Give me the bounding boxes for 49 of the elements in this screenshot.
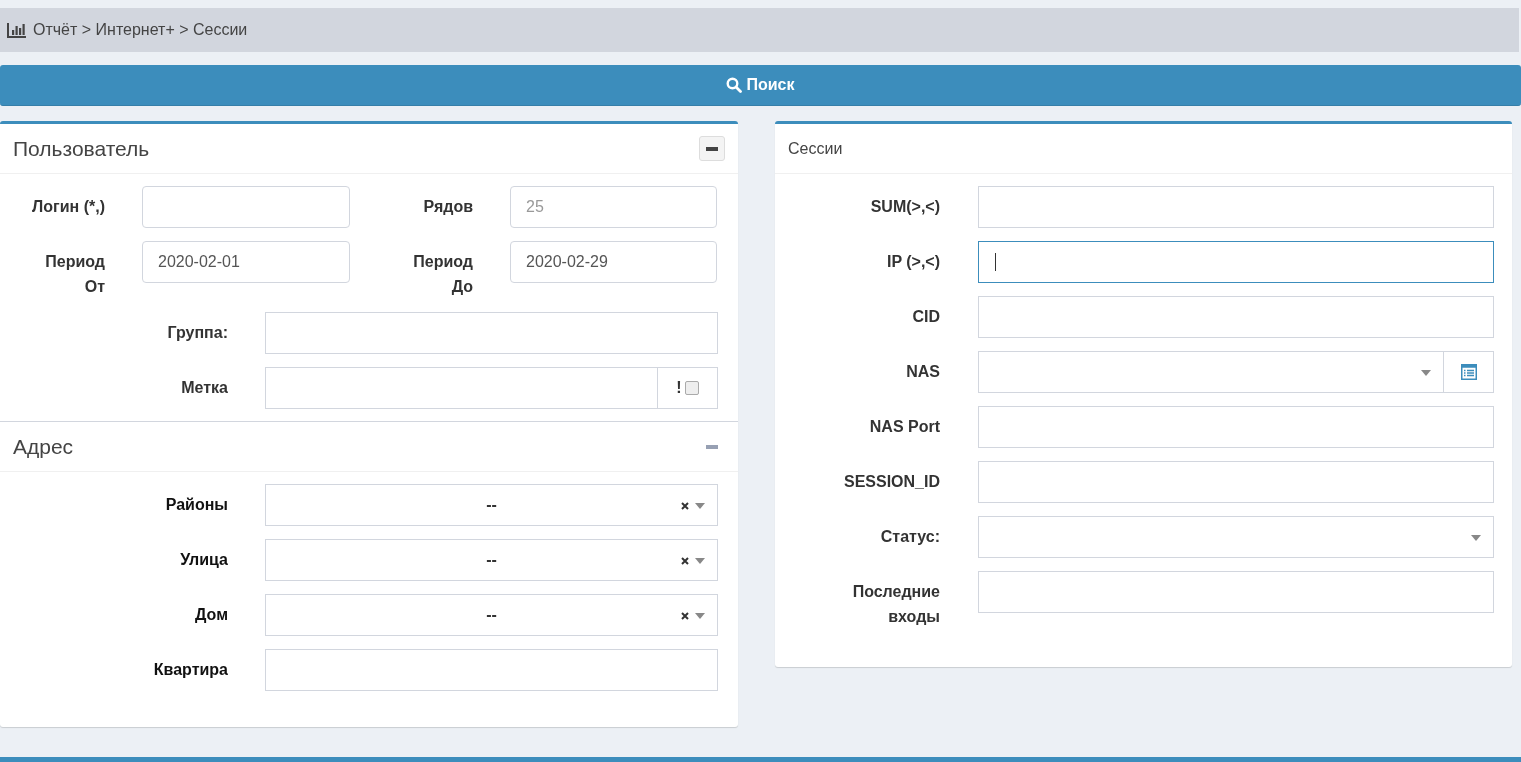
field-label: Метка (180, 379, 228, 397)
text-cursor (995, 253, 996, 271)
panel-title: Адрес (13, 434, 74, 459)
caret-down-icon (695, 613, 705, 619)
list-button[interactable] (1444, 351, 1494, 393)
field-label: Улица (179, 551, 228, 569)
minus-icon (706, 444, 718, 449)
minus-icon (706, 146, 718, 151)
caret-down-icon (695, 503, 705, 509)
select-field[interactable] (978, 516, 1494, 558)
field-label: NAS (905, 362, 940, 382)
field-label: Период До (412, 252, 473, 297)
select-field[interactable]: -- (265, 539, 718, 581)
search-icon (726, 77, 743, 93)
input-field[interactable] (978, 241, 1494, 283)
search-button[interactable]: Поиск (0, 65, 1521, 106)
field-label: Логин (*,) (31, 197, 105, 217)
field-label: Период От (44, 252, 105, 297)
field-label: Рядов (422, 197, 473, 217)
clear-icon (681, 612, 689, 620)
exclamation-label: ! (676, 379, 682, 397)
field-label: Квартира (152, 661, 228, 679)
clear-icon (681, 557, 689, 565)
flag-checkbox[interactable] (684, 381, 699, 395)
select-field[interactable]: -- (265, 484, 718, 526)
field-label: NAS Port (868, 417, 940, 437)
input-field[interactable]: 2020-02-01 (142, 241, 350, 283)
breadcrumb-text: Отчёт > Интернет+ > Сессии (33, 21, 248, 39)
field-label: IP (>,<) (885, 252, 940, 272)
panel-title: Сессии (788, 139, 843, 158)
field-label: SESSION_ID (842, 472, 940, 492)
list-icon (1460, 364, 1477, 380)
select-field[interactable]: -- (265, 594, 718, 636)
caret-down-icon (695, 558, 705, 564)
field-label: SUM(>,<) (869, 197, 940, 217)
field-label: Дом (194, 606, 228, 624)
select-field[interactable] (978, 351, 1444, 393)
bar-chart-icon (7, 22, 27, 38)
field-label: Группа: (166, 324, 228, 342)
clear-icon (681, 502, 689, 510)
field-label: Последние входы (851, 582, 940, 627)
panel-title: Пользователь (13, 136, 150, 161)
field-label: CID (911, 307, 940, 327)
field-label: Районы (164, 496, 228, 514)
collapse-button[interactable] (699, 136, 725, 161)
caret-down-icon (1421, 370, 1431, 376)
input-field[interactable]: 2020-02-29 (510, 241, 717, 283)
caret-down-icon (1471, 535, 1481, 541)
field-label: Статус: (879, 527, 940, 547)
